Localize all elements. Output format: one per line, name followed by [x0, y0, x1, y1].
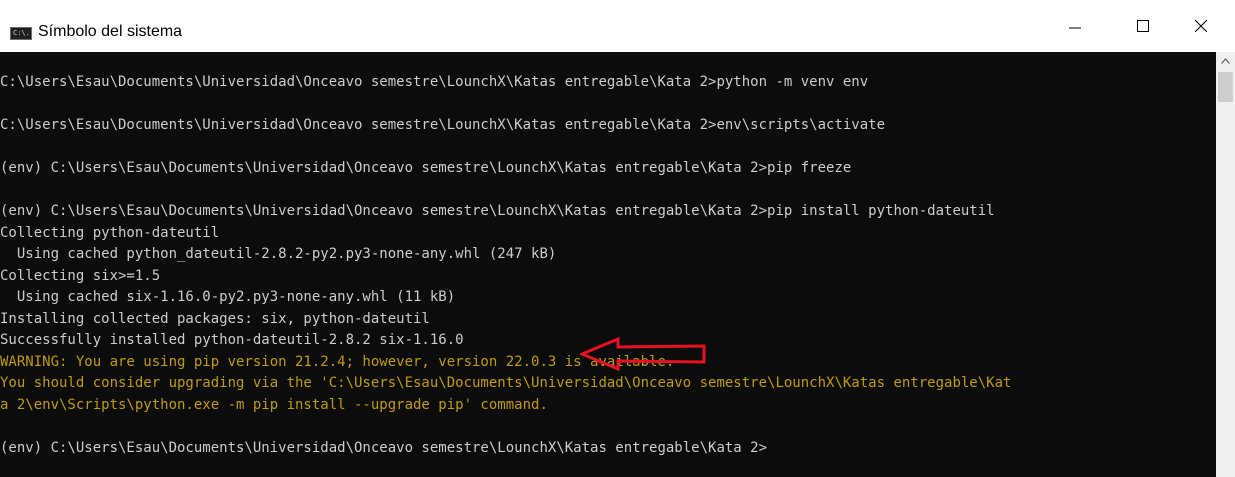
console-line: You should consider upgrading via the 'C…: [0, 375, 1012, 391]
console-lines: C:\Users\Esau\Documents\Universidad\Once…: [0, 72, 1216, 459]
console-line: Using cached python_dateutil-2.8.2-py2.p…: [0, 246, 557, 262]
scrollbar-thumb[interactable]: [1218, 72, 1233, 102]
minimize-icon: [1069, 27, 1081, 29]
console-line: C:\Users\Esau\Documents\Universidad\Once…: [0, 74, 869, 90]
console-line: C:\Users\Esau\Documents\Universidad\Once…: [0, 117, 886, 133]
vertical-scrollbar[interactable]: [1216, 52, 1235, 477]
annotation-arrow-icon: [580, 337, 706, 371]
console-line: (env) C:\Users\Esau\Documents\Universida…: [0, 203, 995, 219]
cmd-icon: C:\.: [10, 27, 32, 40]
console-line: a 2\env\Scripts\python.exe -m pip instal…: [0, 396, 548, 413]
console-line: (env) C:\Users\Esau\Documents\Universida…: [0, 439, 768, 456]
console-line: Collecting six>=1.5: [0, 267, 161, 284]
chevron-up-icon: [1221, 57, 1230, 64]
command-prompt-window: C:\. Símbolo del sistema C:\Users\Esau\D…: [0, 0, 1235, 477]
terminal-output[interactable]: C:\Users\Esau\Documents\Universidad\Once…: [0, 52, 1216, 477]
window-title: Símbolo del sistema: [38, 23, 183, 40]
close-button[interactable]: [1178, 0, 1224, 52]
title-bar[interactable]: C:\. Símbolo del sistema: [0, 0, 1235, 52]
console-line: (env) C:\Users\Esau\Documents\Universida…: [0, 160, 852, 176]
close-icon: [1195, 20, 1207, 32]
console-line: Collecting python-dateutil: [0, 224, 220, 241]
cmd-icon-label: C:\.: [13, 29, 30, 37]
maximize-icon: [1137, 20, 1149, 32]
console-line: Using cached six-1.16.0-py2.py3-none-any…: [0, 289, 456, 305]
minimize-button[interactable]: [1052, 0, 1098, 52]
scroll-up-button[interactable]: [1216, 52, 1235, 69]
console-line: Installing collected packages: six, pyth…: [0, 310, 430, 327]
maximize-button[interactable]: [1120, 0, 1166, 52]
